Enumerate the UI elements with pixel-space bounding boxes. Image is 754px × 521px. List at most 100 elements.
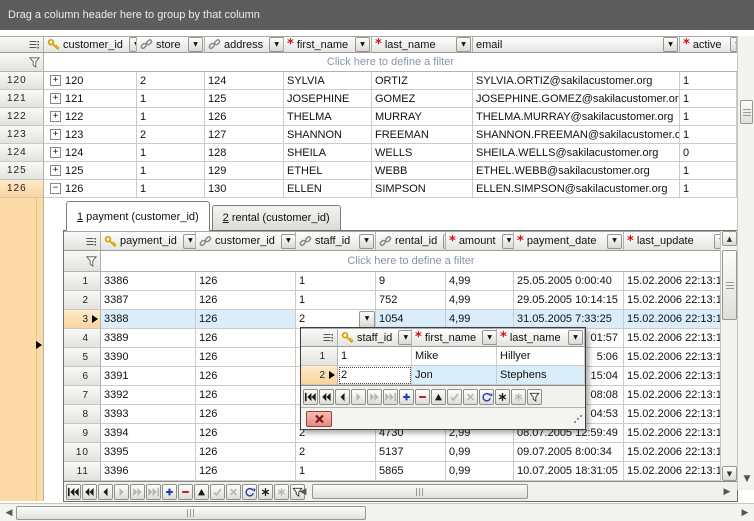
- filter-dropdown-button[interactable]: ▼: [188, 37, 203, 52]
- cell-rental_id[interactable]: 5865: [376, 462, 446, 481]
- nav-next-page-button[interactable]: [367, 388, 382, 405]
- nav-insert-button[interactable]: [399, 388, 414, 405]
- dropdown-close-button[interactable]: [306, 411, 332, 427]
- cell-last_name[interactable]: Hillyer: [497, 347, 585, 366]
- grid-row-2[interactable]: 2 3387 126 1 752 4,99 29.05.2005 10:14:15 15.02…: [64, 291, 721, 310]
- column-header-customer_id[interactable]: customer_id ▼: [44, 37, 137, 53]
- hscroll-right-arrow[interactable]: ▶: [722, 487, 732, 497]
- cell-last_name[interactable]: FREEMAN: [372, 126, 473, 144]
- cell-address[interactable]: 127: [205, 126, 284, 144]
- column-header-first_name[interactable]: * first_name ▼: [412, 329, 497, 347]
- nav-refresh-button[interactable]: [242, 483, 257, 500]
- cell-last_update[interactable]: 15.02.2006 22:13:1: [624, 443, 721, 462]
- cell-store[interactable]: 1: [137, 144, 205, 162]
- cell-last_update[interactable]: 15.02.2006 22:13:1: [624, 310, 721, 329]
- column-header-amount[interactable]: * amount ▼: [446, 232, 514, 251]
- column-header-last_name[interactable]: * last_name ▼: [372, 37, 473, 53]
- cell-first_name[interactable]: ETHEL: [284, 162, 372, 180]
- cell-last_update[interactable]: 15.02.2006 22:13:1: [624, 329, 721, 348]
- row-indicator[interactable]: 4: [64, 329, 101, 348]
- cell-last_update[interactable]: 15.02.2006 22:13:1: [624, 367, 721, 386]
- cell-customer_id[interactable]: 126: [196, 443, 296, 462]
- cell-first_name[interactable]: JOSEPHINE: [284, 90, 372, 108]
- cell-rental_id[interactable]: 9: [376, 272, 446, 291]
- nav-filter-button[interactable]: [527, 388, 542, 405]
- expand-button[interactable]: +: [50, 75, 61, 86]
- scroll-down-button[interactable]: ▼: [722, 466, 737, 481]
- filter-dropdown-button[interactable]: ▼: [482, 330, 496, 345]
- nav-edit-button[interactable]: [431, 388, 446, 405]
- nav-prior-page-button[interactable]: [319, 388, 334, 405]
- cell-last_update[interactable]: 15.02.2006 22:13:1: [624, 462, 721, 481]
- cell-last_name[interactable]: WEBB: [372, 162, 473, 180]
- grid-row-121[interactable]: 121 +121 1 125 JOSEPHINE GOMEZ JOSEPHINE.GOMEZ…: [0, 90, 737, 108]
- scroll-left-arrow[interactable]: ◀: [4, 508, 14, 518]
- cell-customer_id[interactable]: +123: [44, 126, 137, 144]
- cell-staff_id[interactable]: 1: [296, 272, 376, 291]
- tab-rental[interactable]: 2 rental (customer_id): [211, 205, 341, 230]
- nav-insert-button[interactable]: [162, 483, 177, 500]
- filter-row[interactable]: Click here to define a filter: [101, 251, 721, 272]
- cell-active[interactable]: 1: [680, 72, 737, 90]
- cell-last_name[interactable]: GOMEZ: [372, 90, 473, 108]
- cell-staff_id[interactable]: 2: [296, 443, 376, 462]
- nav-last-button[interactable]: [383, 388, 398, 405]
- cell-first_name[interactable]: THELMA: [284, 108, 372, 126]
- filter-dropdown-button[interactable]: ▼: [359, 233, 374, 249]
- cell-last_update[interactable]: 15.02.2006 22:13:1: [624, 272, 721, 291]
- cell-address[interactable]: 124: [205, 72, 284, 90]
- filter-dropdown-button[interactable]: ▼: [128, 37, 136, 52]
- column-header-payment_id[interactable]: payment_id ▼: [101, 232, 196, 251]
- row-indicator[interactable]: 8: [64, 405, 101, 424]
- nav-cancel-button[interactable]: [226, 483, 241, 500]
- nav-first-button[interactable]: [66, 483, 81, 500]
- cell-rental_id[interactable]: 752: [376, 291, 446, 310]
- cell-payment_date[interactable]: 09.07.2005 8:00:34: [514, 443, 624, 462]
- cell-amount[interactable]: 0,99: [446, 443, 514, 462]
- nav-post-button[interactable]: [210, 483, 225, 500]
- expand-button[interactable]: +: [50, 147, 61, 158]
- nav-bookmark-button[interactable]: [495, 388, 510, 405]
- cell-email[interactable]: ETHEL.WEBB@sakilacustomer.org: [473, 162, 680, 180]
- cell-store[interactable]: 1: [137, 108, 205, 126]
- row-indicator[interactable]: 1: [64, 272, 101, 291]
- detail-vscrollbar[interactable]: ▲ ▼: [720, 231, 737, 481]
- cell-payment_id[interactable]: 3394: [101, 424, 196, 443]
- grid-row-124[interactable]: 124 +124 1 128 SHEILA WELLS SHEILA.WELLS@sakil…: [0, 144, 737, 162]
- hscroll-left-arrow[interactable]: ◀: [298, 487, 308, 497]
- cell-email[interactable]: SHANNON.FREEMAN@sakilacustomer.org: [473, 126, 680, 144]
- cell-first_name[interactable]: SHEILA: [284, 144, 372, 162]
- filter-dropdown-button[interactable]: ▼: [663, 37, 678, 52]
- scroll-thumb[interactable]: [722, 250, 737, 320]
- nav-next-button[interactable]: [114, 483, 129, 500]
- cell-payment_id[interactable]: 3390: [101, 348, 196, 367]
- column-header-last_name[interactable]: * last_name ▼: [497, 329, 585, 347]
- cell-address[interactable]: 125: [205, 90, 284, 108]
- cell-active[interactable]: 1: [680, 162, 737, 180]
- filter-dropdown-button[interactable]: ▼: [501, 233, 513, 249]
- row-indicator[interactable]: 123: [0, 126, 44, 144]
- row-indicator[interactable]: 10: [64, 443, 101, 462]
- nav-bookmark-button[interactable]: [258, 483, 273, 500]
- column-header-active[interactable]: *active ▼: [680, 37, 737, 53]
- nav-edit-button[interactable]: [194, 483, 209, 500]
- grid-row-122[interactable]: 122 +122 1 126 THELMA MURRAY THELMA.MURRAY@sak…: [0, 108, 737, 126]
- nav-refresh-button[interactable]: [479, 388, 494, 405]
- column-header-email[interactable]: email ▼: [473, 37, 680, 53]
- cell-customer_id[interactable]: 126: [196, 367, 296, 386]
- grid-row-120[interactable]: 120 +120 2 124 SYLVIA ORTIZ SYLVIA.ORTIZ@sakil…: [0, 72, 737, 90]
- cell-customer_id[interactable]: 126: [196, 348, 296, 367]
- cell-customer_id[interactable]: 126: [196, 386, 296, 405]
- cell-customer_id[interactable]: 126: [196, 329, 296, 348]
- row-indicator[interactable]: 6: [64, 367, 101, 386]
- cell-payment_id[interactable]: 3392: [101, 386, 196, 405]
- indicator-header-cell[interactable]: [0, 37, 44, 53]
- cell-customer_id[interactable]: 126: [196, 424, 296, 443]
- cell-payment_id[interactable]: 3386: [101, 272, 196, 291]
- row-indicator[interactable]: 126: [0, 180, 44, 198]
- cell-last_update[interactable]: 15.02.2006 22:13:1: [624, 424, 721, 443]
- cell-staff_id[interactable]: 1: [296, 462, 376, 481]
- cell-customer_id[interactable]: +120: [44, 72, 137, 90]
- collapse-button[interactable]: −: [50, 183, 61, 194]
- cell-last_name[interactable]: Stephens: [497, 366, 585, 385]
